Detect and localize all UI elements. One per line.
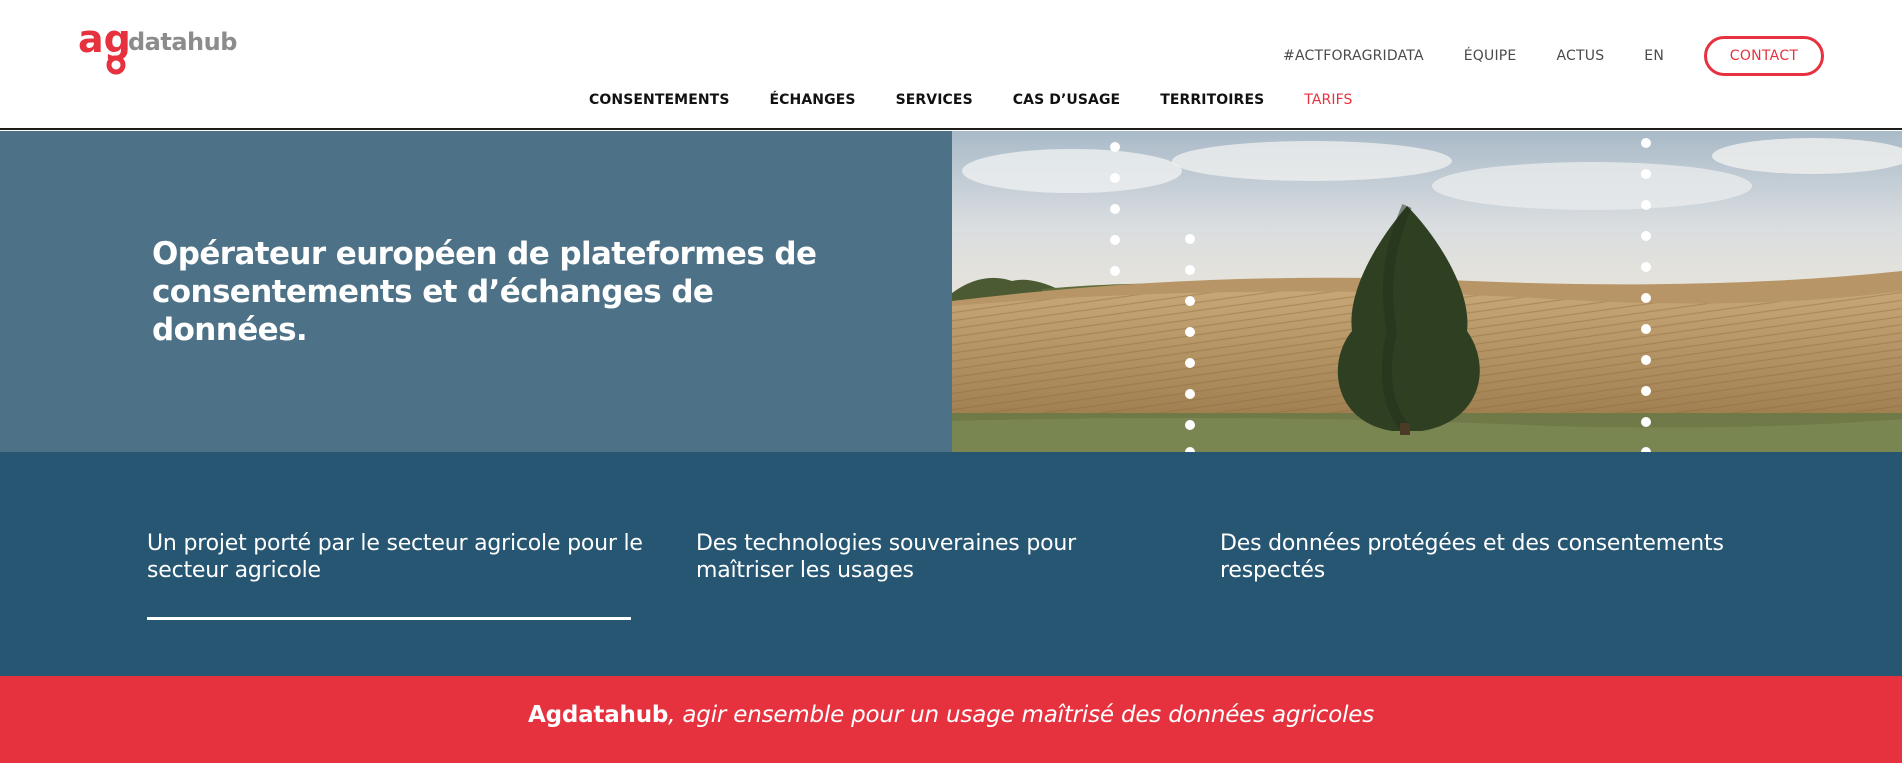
contact-button[interactable]: CONTACT	[1704, 36, 1824, 76]
logo-mark-tail	[106, 55, 126, 75]
banner-text: Agdatahub, agir ensemble pour un usage m…	[528, 702, 1374, 728]
hero-image	[952, 131, 1902, 452]
active-feature-indicator	[147, 617, 631, 620]
main-nav: CONSENTEMENTS ÉCHANGES SERVICES CAS D’US…	[589, 89, 1393, 111]
banner-brand: Agdatahub	[527, 701, 669, 728]
nav-item-tarifs[interactable]: TARIFS	[1304, 92, 1352, 108]
field-tree-photo	[952, 131, 1902, 452]
feature-text: Des technologies souveraines pour maîtri…	[696, 531, 1076, 583]
feature-text: Un projet porté par le secteur agricole …	[147, 531, 643, 583]
agdatahub-logo[interactable]: ag datahub	[78, 17, 248, 78]
banner-tagline: , agir ensemble pour un usage maîtrisé d…	[668, 701, 1375, 728]
nav-item-cas-d-usage[interactable]: CAS D’USAGE	[1013, 92, 1120, 108]
tagline-banner: Agdatahub, agir ensemble pour un usage m…	[0, 676, 1902, 763]
nav-item-echanges[interactable]: ÉCHANGES	[770, 92, 856, 108]
utility-link-actforagridata[interactable]: #ACTFORAGRIDATA	[1283, 48, 1424, 64]
utility-link-actus[interactable]: ACTUS	[1556, 48, 1604, 64]
logo-mark: ag	[78, 22, 131, 61]
nav-item-consentements[interactable]: CONSENTEMENTS	[589, 92, 730, 108]
hero-title: Opérateur européen de plateformes de con…	[152, 236, 817, 348]
utility-nav: #ACTFORAGRIDATA ÉQUIPE ACTUS EN CONTACT	[1283, 36, 1824, 76]
feature-text: Des données protégées et des consentemen…	[1220, 531, 1724, 583]
hero-panel: Opérateur européen de plateformes de con…	[0, 131, 952, 452]
nav-item-territoires[interactable]: TERRITOIRES	[1160, 92, 1264, 108]
features-section: Un projet porté par le secteur agricole …	[0, 452, 1902, 676]
logo-wordmark: datahub	[128, 28, 237, 56]
nav-item-services[interactable]: SERVICES	[896, 92, 973, 108]
utility-link-equipe[interactable]: ÉQUIPE	[1464, 48, 1517, 64]
site-header: ag datahub #ACTFORAGRIDATA ÉQUIPE ACTUS …	[0, 0, 1902, 130]
language-switch-en[interactable]: EN	[1644, 48, 1664, 64]
